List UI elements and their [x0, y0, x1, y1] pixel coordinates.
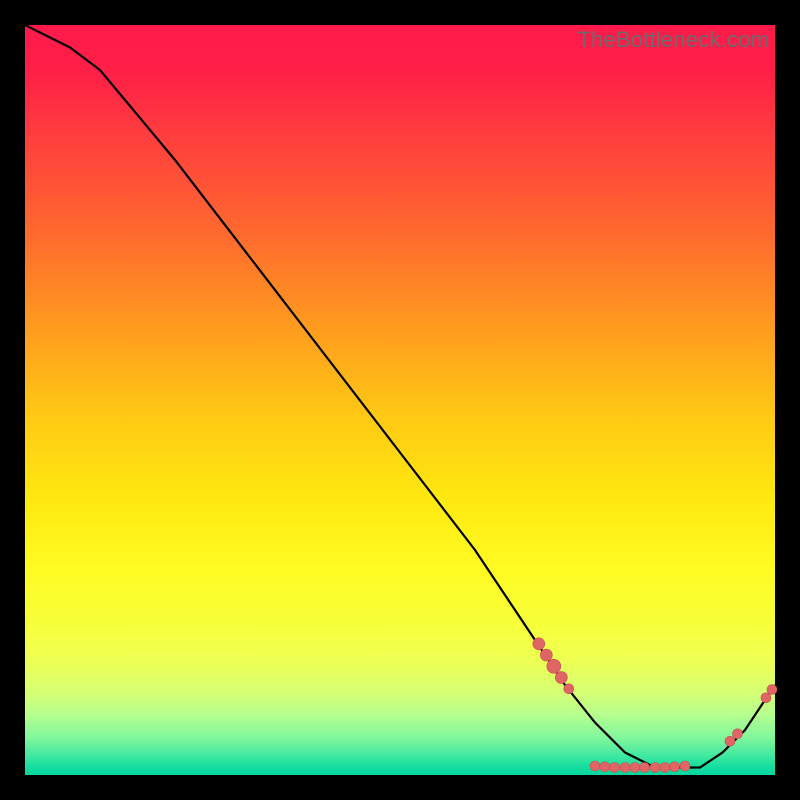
data-marker — [767, 685, 777, 695]
data-marker — [761, 693, 771, 703]
data-marker — [547, 659, 561, 673]
curve-line — [25, 25, 775, 768]
data-marker — [660, 763, 670, 773]
data-marker — [620, 763, 630, 773]
data-marker — [630, 763, 640, 773]
data-marker — [670, 762, 680, 772]
data-marker — [564, 684, 574, 694]
data-marker — [600, 762, 610, 772]
data-marker — [640, 763, 650, 773]
data-marker — [725, 736, 735, 746]
data-marker — [555, 672, 567, 684]
data-marker — [540, 649, 552, 661]
data-marker — [733, 729, 743, 739]
chart-svg — [25, 25, 775, 775]
data-marker — [590, 761, 600, 771]
data-marker — [650, 763, 660, 773]
data-marker — [533, 638, 545, 650]
watermark-text: TheBottleneck.com — [577, 27, 769, 53]
chart-frame: TheBottleneck.com — [25, 25, 775, 775]
plot-area: TheBottleneck.com — [25, 25, 775, 775]
data-marker — [680, 761, 690, 771]
data-marker — [610, 763, 620, 773]
marker-group — [533, 638, 777, 773]
